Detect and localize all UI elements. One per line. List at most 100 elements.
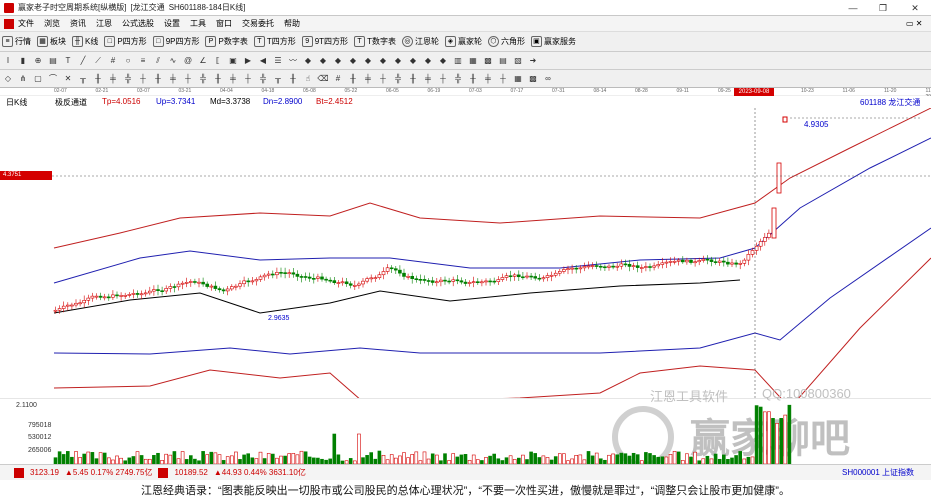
channel-icon[interactable]: ⫽ xyxy=(152,55,164,67)
zoom-icon[interactable]: ⊕ xyxy=(32,55,44,67)
menu-help[interactable]: 帮助 xyxy=(284,18,300,29)
chart4-icon[interactable]: ┼ xyxy=(377,73,389,85)
infinity-icon[interactable]: ∞ xyxy=(542,73,554,85)
service-button[interactable]: ▣ 赢家服务 xyxy=(530,36,576,47)
fib-icon[interactable]: ≡ xyxy=(137,55,149,67)
diamond-icon[interactable]: ◆ xyxy=(302,55,314,67)
menu-settings[interactable]: 设置 xyxy=(164,18,180,29)
diamond9-icon[interactable]: ◆ xyxy=(422,55,434,67)
quote-button[interactable]: ≡ 行情 xyxy=(2,36,31,47)
box-icon[interactable]: ▢ xyxy=(32,73,44,85)
pattern-icon[interactable]: ▤ xyxy=(47,55,59,67)
chart11-icon[interactable]: ╪ xyxy=(482,73,494,85)
kline-chart[interactable]: 4.9305 2.9635 ▼ xyxy=(0,108,931,398)
bars7-icon[interactable]: ╪ xyxy=(167,73,179,85)
menu-gann[interactable]: 江恩 xyxy=(96,18,112,29)
menu-tools[interactable]: 工具 xyxy=(190,18,206,29)
angle-icon[interactable]: ∠ xyxy=(197,55,209,67)
right-index-label[interactable]: SH000001 上证指数 xyxy=(842,467,914,478)
wave-icon[interactable]: 〰 xyxy=(287,55,299,67)
diamond4-icon[interactable]: ◆ xyxy=(347,55,359,67)
grid2-icon[interactable]: ▦ xyxy=(467,55,479,67)
menu-info[interactable]: 资讯 xyxy=(70,18,86,29)
chart3-icon[interactable]: ╪ xyxy=(362,73,374,85)
t-square-button[interactable]: T T四方形 xyxy=(253,36,296,47)
bars4-icon[interactable]: ╬ xyxy=(122,73,134,85)
cycle-icon[interactable]: ∿ xyxy=(167,55,179,67)
bars-icon[interactable]: ╥ xyxy=(77,73,89,85)
chart-icon[interactable]: ▮ xyxy=(17,55,29,67)
menu-window[interactable]: 窗口 xyxy=(216,18,232,29)
arrow-right-icon[interactable]: ➜ xyxy=(527,55,539,67)
square-icon[interactable]: ▣ xyxy=(227,55,239,67)
chart2-icon[interactable]: ╫ xyxy=(347,73,359,85)
diamond3-icon[interactable]: ◆ xyxy=(332,55,344,67)
bars2-icon[interactable]: ╫ xyxy=(92,73,104,85)
bars5-icon[interactable]: ┼ xyxy=(137,73,149,85)
diamond-icon[interactable]: ◇ xyxy=(2,73,14,85)
t-table-button[interactable]: T T数字表 xyxy=(354,36,396,47)
restore-icon[interactable]: ▭ ✕ xyxy=(906,19,922,28)
arc-icon[interactable]: ⌒ xyxy=(47,73,59,85)
fan-icon[interactable]: ⋔ xyxy=(17,73,29,85)
grid3-icon[interactable]: ▩ xyxy=(482,55,494,67)
cube-icon[interactable]: ▥ xyxy=(452,55,464,67)
maximize-button[interactable]: ❐ xyxy=(868,0,898,16)
kline-button[interactable]: ╫ K线 xyxy=(72,36,98,47)
diamond2-icon[interactable]: ◆ xyxy=(317,55,329,67)
diamond6-icon[interactable]: ◆ xyxy=(377,55,389,67)
lines-icon[interactable]: ☰ xyxy=(272,55,284,67)
grid5-icon[interactable]: ▩ xyxy=(527,73,539,85)
bars13-icon[interactable]: ╬ xyxy=(257,73,269,85)
chart10-icon[interactable]: ╫ xyxy=(467,73,479,85)
bars10-icon[interactable]: ╫ xyxy=(212,73,224,85)
diamond8-icon[interactable]: ◆ xyxy=(407,55,419,67)
reverse-icon[interactable]: ◀ xyxy=(257,55,269,67)
diamond5-icon[interactable]: ◆ xyxy=(362,55,374,67)
chart6-icon[interactable]: ╫ xyxy=(407,73,419,85)
bars9-icon[interactable]: ╬ xyxy=(197,73,209,85)
p-square-button[interactable]: □ P四方形 xyxy=(104,36,147,47)
bars11-icon[interactable]: ╪ xyxy=(227,73,239,85)
menu-browse[interactable]: 浏览 xyxy=(44,18,60,29)
p-table-button[interactable]: P P数字表 xyxy=(205,36,248,47)
grid-icon[interactable]: # xyxy=(107,55,119,67)
gann-wheel-button[interactable]: ◎ 江恩轮 xyxy=(401,36,439,47)
text-icon[interactable]: T xyxy=(62,55,74,67)
line-icon[interactable]: ╱ xyxy=(77,55,89,67)
9t-square-button[interactable]: 9 9T四方形 xyxy=(301,36,348,47)
chart12-icon[interactable]: ┼ xyxy=(497,73,509,85)
diamond10-icon[interactable]: ◆ xyxy=(437,55,449,67)
arrow-icon[interactable]: I xyxy=(2,55,14,67)
bracket-icon[interactable]: ⟦ xyxy=(212,55,224,67)
bars3-icon[interactable]: ╪ xyxy=(107,73,119,85)
hand-icon[interactable]: ☝ xyxy=(302,73,314,85)
menu-trade[interactable]: 交易委托 xyxy=(242,18,274,29)
diamond7-icon[interactable]: ◆ xyxy=(392,55,404,67)
bars15-icon[interactable]: ╫ xyxy=(287,73,299,85)
eraser-icon[interactable]: ⌫ xyxy=(317,73,329,85)
minimize-button[interactable]: — xyxy=(838,0,868,16)
9p-square-button[interactable]: □ 9P四方形 xyxy=(152,36,199,47)
stack-icon[interactable]: ▧ xyxy=(512,55,524,67)
menu-file[interactable]: 文件 xyxy=(18,18,34,29)
table-icon[interactable]: ▦ xyxy=(512,73,524,85)
hash-icon[interactable]: # xyxy=(332,73,344,85)
winner-wheel-button[interactable]: ◈ 赢家轮 xyxy=(444,36,482,47)
close-button[interactable]: ✕ xyxy=(900,0,930,16)
bars12-icon[interactable]: ┼ xyxy=(242,73,254,85)
spiral-icon[interactable]: @ xyxy=(182,55,194,67)
play-icon[interactable]: ▶ xyxy=(242,55,254,67)
chart5-icon[interactable]: ╬ xyxy=(392,73,404,85)
bars8-icon[interactable]: ┼ xyxy=(182,73,194,85)
chart8-icon[interactable]: ┼ xyxy=(437,73,449,85)
bars6-icon[interactable]: ╫ xyxy=(152,73,164,85)
circle-icon[interactable]: ○ xyxy=(122,55,134,67)
chart7-icon[interactable]: ╪ xyxy=(422,73,434,85)
grid4-icon[interactable]: ▤ xyxy=(497,55,509,67)
menu-formula[interactable]: 公式选股 xyxy=(122,18,154,29)
sector-button[interactable]: ▦ 板块 xyxy=(37,36,66,47)
chart9-icon[interactable]: ╬ xyxy=(452,73,464,85)
cross-icon[interactable]: ✕ xyxy=(62,73,74,85)
bars14-icon[interactable]: ╥ xyxy=(272,73,284,85)
